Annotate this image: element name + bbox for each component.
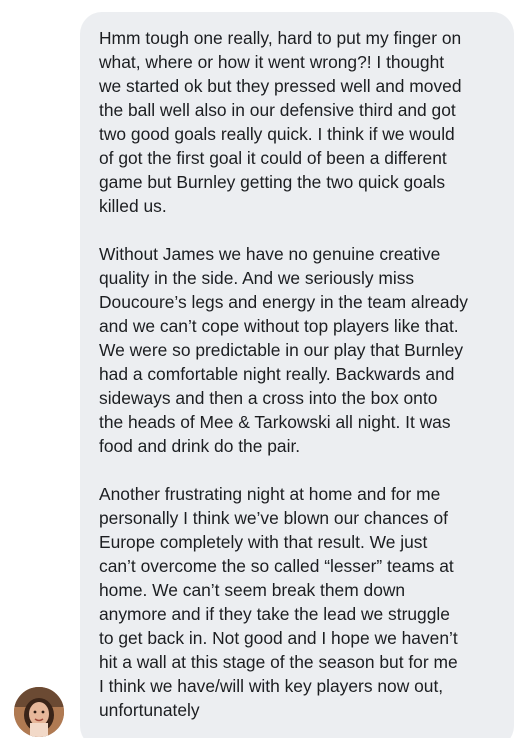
comment-line: killed us. xyxy=(99,196,167,216)
comment-line: anymore and if they take the lead we str… xyxy=(99,604,450,624)
comment-line: home. We can’t seem break them down xyxy=(99,580,406,600)
comment-line: hit a wall at this stage of the season b… xyxy=(99,652,458,672)
comment-paragraph-3: Another frustrating night at home and fo… xyxy=(99,482,500,722)
comment-line: had a comfortable night really. Backward… xyxy=(99,364,455,384)
comment-line: and we can’t cope without top players li… xyxy=(99,316,459,336)
comment-line: We were so predictable in our play that … xyxy=(99,340,464,360)
comment-line: quality in the side. And we seriously mi… xyxy=(99,268,415,288)
avatar[interactable] xyxy=(14,687,64,737)
comment-line: Another frustrating night at home and fo… xyxy=(99,484,441,504)
comment-line: personally I think we’ve blown our chanc… xyxy=(99,508,448,528)
comment-line: food and drink do the pair. xyxy=(99,436,301,456)
comment-line: Europe completely with that result. We j… xyxy=(99,532,428,552)
comment-line: we started ok but they pressed well and … xyxy=(99,76,462,96)
comment-line: sideways and then a cross into the box o… xyxy=(99,388,438,408)
comment-line: to get back in. Not good and I hope we h… xyxy=(99,628,458,648)
comment-line: Hmm tough one really, hard to put my fin… xyxy=(99,28,462,48)
comment-line: game but Burnley getting the two quick g… xyxy=(99,172,446,192)
comment-line: Doucoure’s legs and energy in the team a… xyxy=(99,292,468,312)
comment-bubble: Hmm tough one really, hard to put my fin… xyxy=(80,12,514,738)
comment-line: what, where or how it went wrong?! I tho… xyxy=(99,52,445,72)
comment-line: Without James we have no genuine creativ… xyxy=(99,244,441,264)
comment-line: of got the first goal it could of been a… xyxy=(99,148,447,168)
comment-line: I think we have/will with key players no… xyxy=(99,676,444,696)
comment-line: the ball well also in our defensive thir… xyxy=(99,100,456,120)
comment-paragraph-2: Without James we have no genuine creativ… xyxy=(99,242,500,458)
comment-line: two good goals really quick. I think if … xyxy=(99,124,455,144)
comment-paragraph-1: Hmm tough one really, hard to put my fin… xyxy=(99,26,500,218)
comment-line: can’t overcome the so called “lesser” te… xyxy=(99,556,454,576)
comment-line: unfortunately xyxy=(99,700,200,720)
avatar-photo-icon xyxy=(14,687,64,737)
comment-line: the heads of Mee & Tarkowski all night. … xyxy=(99,412,451,432)
